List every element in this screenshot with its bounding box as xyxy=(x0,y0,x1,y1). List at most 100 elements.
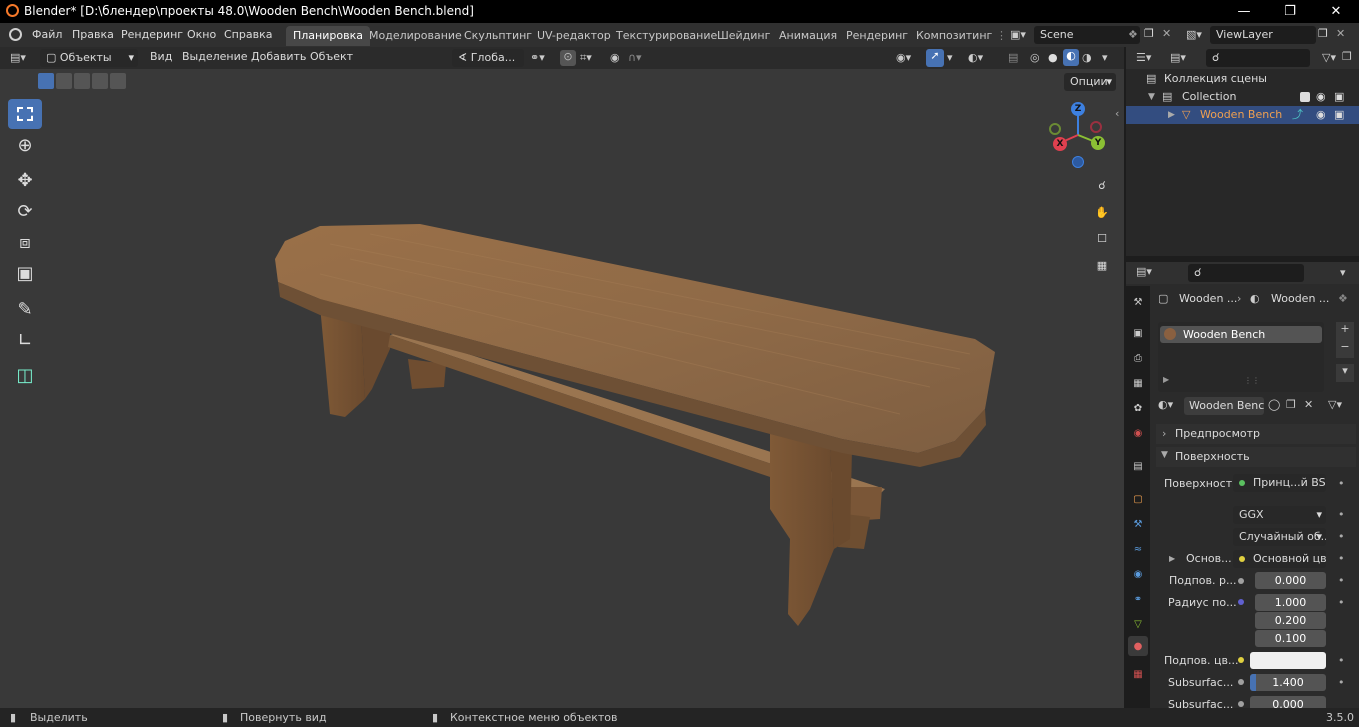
proportional-edit-icon[interactable]: ◉ xyxy=(610,51,620,64)
menu-object[interactable]: Объект xyxy=(310,50,353,63)
subsurface-color-swatch[interactable] xyxy=(1250,652,1326,669)
remove-material-slot-icon[interactable]: − xyxy=(1336,340,1354,358)
keyframe-dot-7-icon[interactable]: • xyxy=(1338,654,1345,667)
tab-render-icon[interactable]: ▣ xyxy=(1128,323,1148,343)
tab-data-icon[interactable]: ▽ xyxy=(1128,614,1148,634)
fake-user-icon[interactable]: ◯ xyxy=(1268,398,1280,411)
slot-list-expand-icon[interactable]: ▶ xyxy=(1163,375,1169,384)
tab-physics-icon[interactable]: ◉ xyxy=(1128,564,1148,584)
new-scene-icon[interactable]: ❐ xyxy=(1144,27,1154,40)
gizmo-menu-icon[interactable]: ▾ xyxy=(947,51,953,64)
new-collection-icon[interactable]: ❐ xyxy=(1342,50,1352,63)
tab-world-icon[interactable]: ◉ xyxy=(1128,423,1148,443)
gizmo-z-axis[interactable]: Z xyxy=(1071,102,1085,116)
keyframe-dot-6-icon[interactable]: • xyxy=(1338,596,1345,609)
outliner-row-collection[interactable]: ▼ ▤ Collection ◉ ▣ xyxy=(1126,88,1359,106)
subsurface-ior-field[interactable]: 1.400 xyxy=(1250,674,1326,691)
outliner-editor-type-icon[interactable]: ☰▾ xyxy=(1136,51,1151,64)
collection-visibility-icon[interactable]: ◉ xyxy=(1316,88,1326,106)
mode-selector[interactable]: ▢ Объекты ▾ xyxy=(40,49,138,67)
menu-view[interactable]: Вид xyxy=(150,50,172,63)
minimize-icon[interactable]: — xyxy=(1221,0,1267,23)
tab-uv-editing[interactable]: UV-редактор xyxy=(530,26,618,46)
delete-view-layer-icon[interactable]: ✕ xyxy=(1336,27,1345,40)
transform-orientation[interactable]: ∢ Глоба... xyxy=(452,49,524,67)
radius-z-field[interactable]: 0.100 xyxy=(1255,630,1326,647)
overlays-icon[interactable]: ◐▾ xyxy=(968,51,983,64)
shading-material-icon[interactable]: ◐ xyxy=(1063,49,1079,66)
expand-object-icon[interactable]: ▶ xyxy=(1168,106,1175,124)
scene-selector-icon[interactable]: ▣▾ xyxy=(1010,28,1026,41)
maximize-icon[interactable]: ❐ xyxy=(1267,0,1313,23)
outliner-search-input[interactable]: ☌ xyxy=(1206,49,1310,67)
radius-x-field[interactable]: 1.000 xyxy=(1255,594,1326,611)
shading-wireframe-icon[interactable]: ◎ xyxy=(1030,51,1040,64)
keyframe-dot-4-icon[interactable]: • xyxy=(1338,552,1345,565)
tab-texture-icon[interactable]: ▦ xyxy=(1128,664,1148,684)
pivot-point-icon[interactable]: ⚭▾ xyxy=(530,51,545,64)
navigation-gizmo[interactable]: Z Y X xyxy=(1046,101,1110,168)
snap-target-icon[interactable]: ⌗▾ xyxy=(580,51,592,65)
keyframe-dot-5-icon[interactable]: • xyxy=(1338,574,1345,587)
menu-select[interactable]: Выделение xyxy=(182,50,248,63)
zoom-icon[interactable]: ☌ xyxy=(1092,175,1112,195)
tab-modifiers-icon[interactable]: ⚒ xyxy=(1128,514,1148,534)
subsurface-method-dropdown[interactable]: Случайный об... ▾ xyxy=(1233,528,1326,546)
menu-edit[interactable]: Правка xyxy=(72,28,114,41)
tab-compositing[interactable]: Композитинг xyxy=(909,26,999,46)
distribution-dropdown[interactable]: GGX ▾ xyxy=(1233,506,1326,524)
wooden-bench-model[interactable] xyxy=(0,69,1124,708)
tab-output-icon[interactable]: ⎙ xyxy=(1128,348,1148,368)
menu-file[interactable]: Файл xyxy=(32,28,62,41)
collection-render-icon[interactable]: ▣ xyxy=(1334,88,1344,106)
object-render-icon[interactable]: ▣ xyxy=(1334,106,1344,124)
menu-render[interactable]: Рендеринг xyxy=(121,28,183,41)
tab-rendering[interactable]: Рендеринг xyxy=(839,26,915,46)
menu-help[interactable]: Справка xyxy=(224,28,272,41)
xray-icon[interactable]: ▤ xyxy=(1008,51,1018,64)
collection-checkbox[interactable] xyxy=(1300,92,1310,102)
perspective-grid-icon[interactable]: ▦ xyxy=(1092,255,1112,275)
tabs-overflow-icon[interactable]: ⋮ xyxy=(996,29,1007,42)
radius-y-field[interactable]: 0.200 xyxy=(1255,612,1326,629)
tab-view-layer-icon[interactable]: ▦ xyxy=(1128,373,1148,393)
snap-toggle-icon[interactable]: ⊙ xyxy=(560,50,576,66)
tab-sculpting[interactable]: Скульптинг xyxy=(457,26,539,46)
visibility-icon[interactable]: ◉▾ xyxy=(896,51,911,64)
tab-animation[interactable]: Анимация xyxy=(772,26,844,46)
base-color-expand-icon[interactable]: ▶ xyxy=(1169,554,1175,563)
delete-scene-icon[interactable]: ✕ xyxy=(1162,27,1171,40)
shading-solid-icon[interactable]: ● xyxy=(1048,51,1058,64)
gizmo-neg-z-axis[interactable] xyxy=(1072,156,1084,168)
menu-window[interactable]: Окно xyxy=(187,28,216,41)
close-icon[interactable]: ✕ xyxy=(1313,0,1359,23)
expand-collection-icon[interactable]: ▼ xyxy=(1148,88,1155,106)
display-mode-icon[interactable]: ▤▾ xyxy=(1170,51,1186,64)
tab-object-icon[interactable]: ▢ xyxy=(1128,489,1148,509)
new-view-layer-icon[interactable]: ❐ xyxy=(1318,27,1328,40)
camera-view-icon[interactable]: ☐ xyxy=(1092,228,1112,248)
gizmo-neg-y-axis[interactable] xyxy=(1049,123,1061,135)
subsurface-socket-icon[interactable] xyxy=(1234,574,1248,588)
pin-scene-icon[interactable]: ❖ xyxy=(1128,28,1138,41)
unlink-material-icon[interactable]: ✕ xyxy=(1304,398,1313,411)
outliner-row-scene-collection[interactable]: ▤ Коллекция сцены xyxy=(1126,70,1359,88)
editor-type-icon[interactable]: ▤▾ xyxy=(10,51,26,64)
keyframe-dot-1-icon[interactable]: • xyxy=(1338,477,1345,490)
blender-menu-icon[interactable] xyxy=(9,28,22,41)
tab-texture-paint[interactable]: Текстурирование xyxy=(609,26,724,46)
slot-specials-icon[interactable]: ▾ xyxy=(1336,364,1354,382)
slot-list-resize-icon[interactable]: ⋮⋮ xyxy=(1244,376,1260,385)
falloff-icon[interactable]: ∩▾ xyxy=(628,51,642,64)
material-slot-row[interactable]: Wooden Bench xyxy=(1160,326,1322,343)
surface-shader-field[interactable]: Принц...й BSDF xyxy=(1233,474,1326,492)
properties-options-icon[interactable]: ▾ xyxy=(1340,266,1346,279)
filter-icon[interactable]: ▽▾ xyxy=(1322,51,1336,64)
add-material-slot-icon[interactable]: + xyxy=(1336,322,1354,340)
gizmo-x-axis[interactable]: X xyxy=(1053,137,1067,151)
tab-shading[interactable]: Шейдинг xyxy=(710,26,777,46)
view-layer-icon[interactable]: ▧▾ xyxy=(1186,28,1202,41)
tab-collection-icon[interactable]: ▤ xyxy=(1128,456,1148,476)
properties-search-input[interactable]: ☌ xyxy=(1188,264,1304,282)
modifier-icon[interactable]: ⤴ xyxy=(1292,106,1303,124)
